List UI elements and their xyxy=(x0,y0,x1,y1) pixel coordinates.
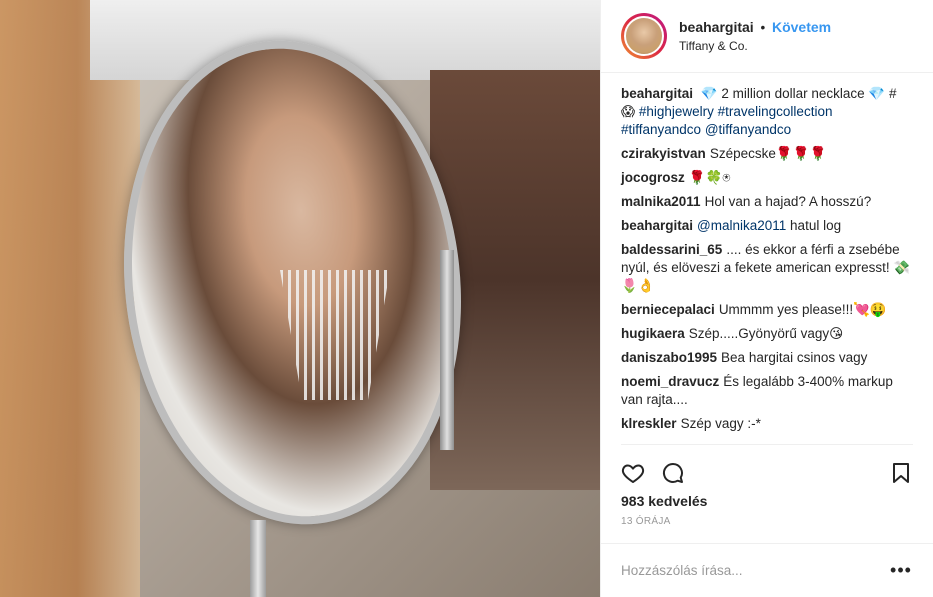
photo-mirror-pole xyxy=(440,250,454,450)
photo-background-left xyxy=(0,0,140,597)
caption-hashtag-tiffanyandco[interactable]: #tiffanyandco xyxy=(621,122,701,137)
list-item: czirakyistvan Szépecske🌹🌹🌹 xyxy=(621,145,913,163)
comments-list[interactable]: beahargitai 💎 2 million dollar necklace … xyxy=(601,73,933,444)
list-item: berniecepalaci Ummmm yes please!!!💘🤑 xyxy=(621,301,913,319)
list-item: klreskler Szép vagy :-* xyxy=(621,415,913,433)
comment-text: Bea hargitai csinos vagy xyxy=(721,350,868,366)
comment-username[interactable]: jocogrosz xyxy=(621,170,685,185)
header-username[interactable]: beahargitai xyxy=(679,19,754,35)
comment-username[interactable]: czirakyistvan xyxy=(621,146,706,161)
instagram-post: beahargitai • Követem Tiffany & Co. beah… xyxy=(0,0,933,597)
comment-username[interactable]: hugikaera xyxy=(621,326,685,341)
comment-text: hatul log xyxy=(786,218,842,234)
list-item: hugikaera Szép.....Gyönyörű vagy😘 xyxy=(621,325,913,343)
comment-text: Szép.....Gyönyörű vagy😘 xyxy=(688,326,844,342)
list-item: noemi_dravucz És legalább 3-400% markup v… xyxy=(621,373,913,409)
list-item: beahargitai @malnika2011 hatul log xyxy=(621,217,913,235)
more-options-icon[interactable]: ••• xyxy=(889,560,913,581)
comment-text: Szépecske🌹🌹🌹 xyxy=(709,146,827,162)
avatar-image xyxy=(624,16,664,57)
caption: beahargitai 💎 2 million dollar necklace … xyxy=(621,85,913,139)
list-item: baldessarini_65.... és ekkor a férfi a z… xyxy=(621,241,913,295)
photo-mirror-stand xyxy=(250,520,266,597)
comment-text: Szép vagy :-* xyxy=(680,416,761,432)
caption-hashtag-travelingcollection[interactable]: #travelingcollection xyxy=(718,104,833,119)
heart-icon[interactable] xyxy=(621,461,645,485)
header-text: beahargitai • Követem Tiffany & Co. xyxy=(679,18,831,55)
comment-icon[interactable] xyxy=(661,461,685,485)
list-item: malnika2011 Hol van a hajad? A hosszú? xyxy=(621,193,913,211)
post-header: beahargitai • Követem Tiffany & Co. xyxy=(601,0,933,74)
action-bar xyxy=(621,444,913,492)
comment-username[interactable]: daniszabo1995 xyxy=(621,350,717,365)
caption-username[interactable]: beahargitai xyxy=(621,86,693,101)
post-sidebar: beahargitai • Követem Tiffany & Co. beah… xyxy=(600,0,933,597)
caption-hashtag-highjewelry[interactable]: #highjewelry xyxy=(639,104,714,119)
comment-text: 🌹🍀⍟ xyxy=(688,170,731,186)
avatar[interactable] xyxy=(621,13,667,60)
comment-username[interactable]: beahargitai xyxy=(621,218,693,233)
comment-composer: ••• xyxy=(601,542,933,597)
comment-username[interactable]: klreskler xyxy=(621,416,677,431)
comment-input[interactable] xyxy=(621,562,889,578)
post-timestamp: 13 ÓRÁJA xyxy=(621,515,671,527)
comment-text: Ummmm yes please!!!💘🤑 xyxy=(718,302,887,318)
post-photo[interactable] xyxy=(0,0,600,597)
caption-mention-tiffanyandco[interactable]: @tiffanyandco xyxy=(705,122,791,137)
comment-mention[interactable]: @malnika2011 xyxy=(697,218,786,233)
comment-username[interactable]: noemi_dravucz xyxy=(621,374,719,389)
location-link[interactable]: Tiffany & Co. xyxy=(679,37,831,55)
bookmark-icon[interactable] xyxy=(889,461,913,485)
likes-count[interactable]: 983 kedvelés xyxy=(601,492,933,510)
header-dot: • xyxy=(760,19,766,35)
list-item: jocogrosz 🌹🍀⍟ xyxy=(621,169,913,187)
follow-button[interactable]: Követem xyxy=(772,19,831,35)
comment-username[interactable]: berniecepalaci xyxy=(621,302,715,317)
comment-username[interactable]: malnika2011 xyxy=(621,194,701,209)
list-item: daniszabo1995 Bea hargitai csinos vagy xyxy=(621,349,913,367)
comment-username[interactable]: baldessarini_65 xyxy=(621,242,722,257)
comment-text: Hol van a hajad? A hosszú? xyxy=(704,194,872,210)
